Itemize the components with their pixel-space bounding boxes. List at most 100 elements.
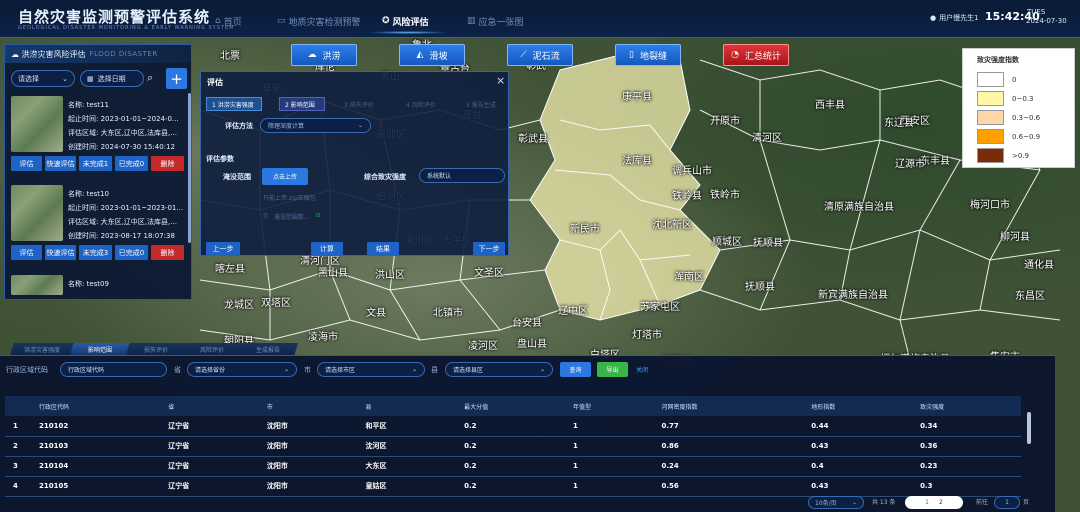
assessment-card[interactable]: 名称: test09 — [11, 275, 187, 295]
map-place-label: 东辽县 — [884, 118, 914, 129]
delete-button[interactable]: 删除 — [151, 245, 184, 260]
chevron-down-icon: ⌄ — [283, 366, 289, 373]
assess-button[interactable]: 评估 — [11, 245, 42, 260]
map-place-label: 铁岭县 — [672, 191, 702, 202]
nav-home[interactable]: ⌂ 首页 — [215, 11, 242, 31]
summary-stats-button[interactable]: ◔ 汇总统计 — [723, 44, 789, 66]
query-button[interactable]: 查询 — [560, 362, 591, 377]
table-cell: 0.2 — [456, 456, 566, 477]
nav-emergency-map[interactable]: ▥ 应急一张图 — [467, 11, 524, 31]
table-cell: 0.23 — [912, 456, 1021, 477]
panel-scrollbar[interactable] — [188, 93, 191, 243]
step-report[interactable]: 5 报告生成 — [461, 97, 501, 111]
unfinished-button[interactable]: 未完成1 — [79, 156, 112, 171]
table-row[interactable]: 4 210105 辽宁省 沈阳市 皇姑区 0.2 1 0.56 0.43 0.3 — [5, 476, 1021, 497]
goto-page-input[interactable]: 1 — [994, 496, 1020, 509]
flood-range-label: 淹没范围 — [223, 173, 251, 181]
tab-risk[interactable]: 风险评价 — [182, 343, 242, 355]
map-place-label: 灯塔市 — [632, 330, 662, 341]
top-header: 自然灾害监测预警评估系统 GEOLOGICAL DISASTER MONITOR… — [0, 0, 1080, 38]
search-icon[interactable]: ⌕ — [147, 71, 153, 85]
date-picker[interactable]: ▦ 选择日期 — [80, 70, 144, 87]
card-area: 评估区域: 大东区,辽中区,法库县,... — [68, 129, 177, 137]
quick-assess-button[interactable]: 快速评估 — [45, 245, 76, 260]
table-cell: 0.43 — [803, 476, 913, 497]
hazard-debris-flow-button[interactable]: ⟋ 泥石流 — [507, 44, 573, 66]
map-place-label: 盘山县 — [517, 339, 547, 350]
step-risk[interactable]: 4 风险评价 — [401, 97, 441, 111]
current-date: 2024-07-30 — [1026, 17, 1067, 25]
weekday: TUES — [1027, 8, 1046, 16]
table-row[interactable]: 1 210102 辽宁省 沈阳市 和平区 0.2 1 0.77 0.44 0.34 — [5, 416, 1021, 437]
intensity-input[interactable]: 系统默认 — [419, 168, 505, 183]
legend-swatch — [977, 129, 1004, 144]
map-place-label: 辽中区 — [558, 306, 588, 317]
export-button[interactable]: 导出 — [597, 362, 628, 377]
table-cell: 1 — [565, 476, 654, 497]
province-select[interactable]: 请选择省份 ⌄ — [187, 362, 297, 377]
assessment-card[interactable]: 名称: test10 起止时间: 2023-01-01~2023-01... 评… — [11, 185, 187, 265]
result-button[interactable]: 结果 — [367, 242, 399, 256]
method-label: 评估方法 — [225, 122, 253, 130]
tab-impact-range[interactable]: 影响范围 — [70, 343, 130, 355]
table-cell: 0.36 — [912, 436, 1021, 457]
table-cell: 沈阳市 — [258, 456, 358, 477]
card-thumbnail — [11, 275, 63, 295]
city-select[interactable]: 请选择市区 ⌄ — [317, 362, 425, 377]
hazard-flood-button[interactable]: ☁ 洪涝 — [291, 44, 357, 66]
map-place-label: 喀左县 — [215, 264, 245, 275]
assessment-card[interactable]: 名称: test11 起止时间: 2023-01-01~2024-0... 评估… — [11, 96, 187, 176]
next-step-button[interactable]: 下一步 — [473, 242, 505, 256]
pager: 1 2 — [905, 496, 963, 509]
map-place-label: 新民市 — [570, 224, 600, 235]
delete-button[interactable]: 删除 — [151, 156, 184, 171]
hazard-landslide-button[interactable]: ◭ 滑坡 — [399, 44, 465, 66]
page-2[interactable]: 2 — [939, 499, 943, 506]
tab-report[interactable]: 生成报告 — [238, 343, 298, 355]
card-period: 起止时间: 2023-01-01~2024-0... — [68, 115, 179, 123]
hazard-fissure-button[interactable]: ▯ 地裂缝 — [615, 44, 681, 66]
tab-loss[interactable]: 损失评价 — [126, 343, 186, 355]
calculate-button[interactable]: 计算 — [311, 242, 343, 256]
table-row[interactable]: 3 210104 辽宁省 沈阳市 大东区 0.2 1 0.24 0.4 0.23 — [5, 456, 1021, 477]
legend-swatch — [977, 91, 1004, 106]
assess-button[interactable]: 评估 — [11, 156, 42, 171]
map-place-label: 彰武县 — [518, 134, 548, 145]
results-panel: 行政区域代码 行政区域代码 省 请选择省份 ⌄ 市 请选择市区 ⌄ 县 请选择县区 ⌄… — [0, 355, 1055, 512]
collapse-link[interactable]: 关闭 — [632, 362, 652, 377]
table-row[interactable]: 2 210103 辽宁省 沈阳市 沈河区 0.2 1 0.86 0.43 0.36 — [5, 436, 1021, 457]
region-code-input[interactable]: 行政区域代码 — [60, 362, 167, 377]
quick-assess-button[interactable]: 快速评估 — [45, 156, 76, 171]
map-place-label: 洪山区 — [375, 270, 405, 281]
close-icon[interactable]: × — [496, 74, 505, 87]
column-header: 致灾强度 — [912, 396, 1021, 416]
step-flood-intensity[interactable]: 1 洪涝灾害强度 — [206, 97, 262, 111]
unfinished-button[interactable]: 未完成3 — [79, 245, 112, 260]
uploaded-file[interactable]: 🗎 淹没范围数... ⊙ — [263, 212, 321, 222]
tab-flood-intensity[interactable]: 洪涝灾害强度 — [10, 343, 74, 355]
map-place-label: 抚顺县 — [745, 282, 775, 293]
step-loss[interactable]: 3 损失评价 — [339, 97, 379, 111]
finished-button[interactable]: 已完成0 — [115, 156, 148, 171]
method-select[interactable]: 障理深度计算 ⌄ — [260, 118, 371, 133]
add-assessment-button[interactable]: + — [166, 68, 187, 89]
user-menu[interactable]: ● 用户慢先生1 — [930, 13, 979, 23]
legend-item: 0.6~0.9 — [977, 129, 1040, 144]
map-place-label: 辽源市 — [895, 159, 925, 170]
chevron-down-icon: ⌄ — [851, 499, 857, 506]
status-select[interactable]: 请选择 ⌄ — [11, 70, 75, 87]
county-select[interactable]: 请选择县区 ⌄ — [445, 362, 553, 377]
params-label: 评估参数 — [206, 155, 234, 163]
total-count: 共 13 条 — [872, 499, 896, 506]
prev-step-button[interactable]: 上一步 — [206, 242, 240, 256]
page-size-select[interactable]: 10条/页 ⌄ — [808, 496, 864, 509]
upload-button[interactable]: 点击上传 — [262, 168, 308, 185]
map-place-label: 浑南区 — [674, 272, 704, 283]
nav-risk-assessment[interactable]: ✪ 风险评估 — [382, 11, 429, 31]
page-1[interactable]: 1 — [925, 499, 929, 506]
finished-button[interactable]: 已完成0 — [115, 245, 148, 260]
table-scrollbar[interactable] — [1027, 412, 1031, 444]
nav-monitoring[interactable]: ▭ 地质灾害检测预警 — [277, 11, 361, 31]
step-impact-range[interactable]: 2 影响范围 — [279, 97, 325, 111]
user-icon: ● — [930, 14, 937, 22]
